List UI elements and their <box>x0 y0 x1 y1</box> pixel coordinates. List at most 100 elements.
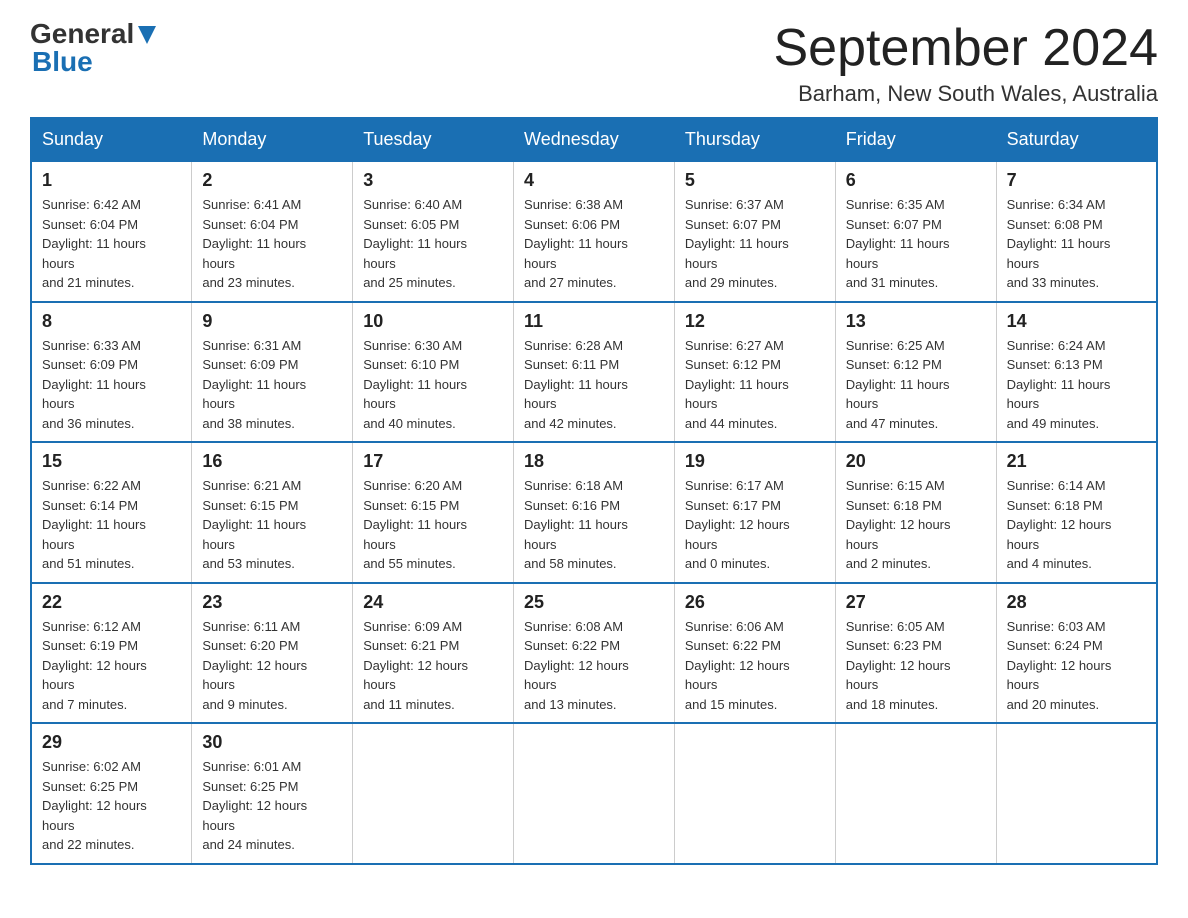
calendar-cell: 26Sunrise: 6:06 AMSunset: 6:22 PMDayligh… <box>674 583 835 724</box>
day-info: Sunrise: 6:08 AMSunset: 6:22 PMDaylight:… <box>524 617 664 715</box>
day-info: Sunrise: 6:03 AMSunset: 6:24 PMDaylight:… <box>1007 617 1146 715</box>
calendar-cell: 10 Sunrise: 6:30 AMSunset: 6:10 PMDayligh… <box>353 302 514 443</box>
day-number: 17 <box>363 451 503 472</box>
calendar-cell <box>514 723 675 864</box>
day-number: 29 <box>42 732 181 753</box>
calendar-cell: 5 Sunrise: 6:37 AMSunset: 6:07 PMDaylight… <box>674 161 835 302</box>
day-info: Sunrise: 6:12 AMSunset: 6:19 PMDaylight:… <box>42 617 181 715</box>
page-header: General Blue September 2024 Barham, New … <box>30 20 1158 107</box>
day-info: Sunrise: 6:14 AMSunset: 6:18 PMDaylight:… <box>1007 476 1146 574</box>
day-info: Sunrise: 6:35 AMSunset: 6:07 PMDaylight:… <box>846 195 986 293</box>
calendar-cell: 19 Sunrise: 6:17 AMSunset: 6:17 PMDayligh… <box>674 442 835 583</box>
day-info: Sunrise: 6:02 AMSunset: 6:25 PMDaylight:… <box>42 757 181 855</box>
day-info: Sunrise: 6:21 AMSunset: 6:15 PMDaylight:… <box>202 476 342 574</box>
day-info: Sunrise: 6:33 AMSunset: 6:09 PMDaylight:… <box>42 336 181 434</box>
day-number: 18 <box>524 451 664 472</box>
calendar-week-row: 1 Sunrise: 6:42 AMSunset: 6:04 PMDaylight… <box>31 161 1157 302</box>
day-number: 20 <box>846 451 986 472</box>
day-info: Sunrise: 6:38 AMSunset: 6:06 PMDaylight:… <box>524 195 664 293</box>
calendar-cell <box>996 723 1157 864</box>
calendar-week-row: 29 Sunrise: 6:02 AMSunset: 6:25 PMDayligh… <box>31 723 1157 864</box>
day-number: 12 <box>685 311 825 332</box>
day-number: 24 <box>363 592 503 613</box>
calendar-cell: 30Sunrise: 6:01 AMSunset: 6:25 PMDayligh… <box>192 723 353 864</box>
calendar-cell: 18 Sunrise: 6:18 AMSunset: 6:16 PMDayligh… <box>514 442 675 583</box>
day-number: 3 <box>363 170 503 191</box>
calendar-table: SundayMondayTuesdayWednesdayThursdayFrid… <box>30 117 1158 865</box>
calendar-cell: 20 Sunrise: 6:15 AMSunset: 6:18 PMDayligh… <box>835 442 996 583</box>
day-info: Sunrise: 6:17 AMSunset: 6:17 PMDaylight:… <box>685 476 825 574</box>
day-info: Sunrise: 6:15 AMSunset: 6:18 PMDaylight:… <box>846 476 986 574</box>
logo: General Blue <box>30 20 158 78</box>
day-info: Sunrise: 6:25 AMSunset: 6:12 PMDaylight:… <box>846 336 986 434</box>
calendar-cell: 16Sunrise: 6:21 AMSunset: 6:15 PMDayligh… <box>192 442 353 583</box>
day-info: Sunrise: 6:20 AMSunset: 6:15 PMDaylight:… <box>363 476 503 574</box>
day-number: 10 <box>363 311 503 332</box>
day-number: 15 <box>42 451 181 472</box>
calendar-cell: 24 Sunrise: 6:09 AMSunset: 6:21 PMDayligh… <box>353 583 514 724</box>
calendar-week-row: 15 Sunrise: 6:22 AMSunset: 6:14 PMDayligh… <box>31 442 1157 583</box>
logo-general-text: General <box>30 20 134 48</box>
logo-blue-text: Blue <box>32 46 93 77</box>
calendar-cell: 13Sunrise: 6:25 AMSunset: 6:12 PMDayligh… <box>835 302 996 443</box>
calendar-cell: 11 Sunrise: 6:28 AMSunset: 6:11 PMDayligh… <box>514 302 675 443</box>
day-info: Sunrise: 6:28 AMSunset: 6:11 PMDaylight:… <box>524 336 664 434</box>
calendar-cell: 23Sunrise: 6:11 AMSunset: 6:20 PMDayligh… <box>192 583 353 724</box>
day-number: 27 <box>846 592 986 613</box>
calendar-cell: 14Sunrise: 6:24 AMSunset: 6:13 PMDayligh… <box>996 302 1157 443</box>
day-info: Sunrise: 6:31 AMSunset: 6:09 PMDaylight:… <box>202 336 342 434</box>
day-number: 9 <box>202 311 342 332</box>
weekday-header-friday: Friday <box>835 118 996 161</box>
day-info: Sunrise: 6:40 AMSunset: 6:05 PMDaylight:… <box>363 195 503 293</box>
calendar-cell <box>353 723 514 864</box>
calendar-cell: 7 Sunrise: 6:34 AMSunset: 6:08 PMDaylight… <box>996 161 1157 302</box>
month-title: September 2024 <box>774 20 1159 77</box>
calendar-cell: 6 Sunrise: 6:35 AMSunset: 6:07 PMDaylight… <box>835 161 996 302</box>
day-info: Sunrise: 6:06 AMSunset: 6:22 PMDaylight:… <box>685 617 825 715</box>
calendar-cell: 4Sunrise: 6:38 AMSunset: 6:06 PMDaylight… <box>514 161 675 302</box>
day-number: 11 <box>524 311 664 332</box>
day-number: 22 <box>42 592 181 613</box>
day-info: Sunrise: 6:22 AMSunset: 6:14 PMDaylight:… <box>42 476 181 574</box>
weekday-header-monday: Monday <box>192 118 353 161</box>
weekday-header-tuesday: Tuesday <box>353 118 514 161</box>
day-number: 6 <box>846 170 986 191</box>
calendar-cell: 21 Sunrise: 6:14 AMSunset: 6:18 PMDayligh… <box>996 442 1157 583</box>
day-number: 1 <box>42 170 181 191</box>
day-number: 19 <box>685 451 825 472</box>
day-info: Sunrise: 6:11 AMSunset: 6:20 PMDaylight:… <box>202 617 342 715</box>
calendar-week-row: 22 Sunrise: 6:12 AMSunset: 6:19 PMDayligh… <box>31 583 1157 724</box>
location-text: Barham, New South Wales, Australia <box>774 81 1159 107</box>
day-number: 21 <box>1007 451 1146 472</box>
day-number: 8 <box>42 311 181 332</box>
day-info: Sunrise: 6:05 AMSunset: 6:23 PMDaylight:… <box>846 617 986 715</box>
calendar-cell: 27 Sunrise: 6:05 AMSunset: 6:23 PMDayligh… <box>835 583 996 724</box>
day-info: Sunrise: 6:27 AMSunset: 6:12 PMDaylight:… <box>685 336 825 434</box>
calendar-cell: 2Sunrise: 6:41 AMSunset: 6:04 PMDaylight… <box>192 161 353 302</box>
day-number: 28 <box>1007 592 1146 613</box>
title-section: September 2024 Barham, New South Wales, … <box>774 20 1159 107</box>
weekday-header-thursday: Thursday <box>674 118 835 161</box>
calendar-cell: 8 Sunrise: 6:33 AMSunset: 6:09 PMDaylight… <box>31 302 192 443</box>
day-info: Sunrise: 6:18 AMSunset: 6:16 PMDaylight:… <box>524 476 664 574</box>
day-info: Sunrise: 6:34 AMSunset: 6:08 PMDaylight:… <box>1007 195 1146 293</box>
day-info: Sunrise: 6:37 AMSunset: 6:07 PMDaylight:… <box>685 195 825 293</box>
calendar-cell: 29 Sunrise: 6:02 AMSunset: 6:25 PMDayligh… <box>31 723 192 864</box>
day-info: Sunrise: 6:24 AMSunset: 6:13 PMDaylight:… <box>1007 336 1146 434</box>
calendar-cell: 22 Sunrise: 6:12 AMSunset: 6:19 PMDayligh… <box>31 583 192 724</box>
logo-arrow-icon <box>136 24 158 46</box>
calendar-cell: 17 Sunrise: 6:20 AMSunset: 6:15 PMDayligh… <box>353 442 514 583</box>
day-info: Sunrise: 6:41 AMSunset: 6:04 PMDaylight:… <box>202 195 342 293</box>
day-number: 5 <box>685 170 825 191</box>
calendar-cell: 25 Sunrise: 6:08 AMSunset: 6:22 PMDayligh… <box>514 583 675 724</box>
day-info: Sunrise: 6:42 AMSunset: 6:04 PMDaylight:… <box>42 195 181 293</box>
weekday-header-sunday: Sunday <box>31 118 192 161</box>
day-info: Sunrise: 6:09 AMSunset: 6:21 PMDaylight:… <box>363 617 503 715</box>
day-info: Sunrise: 6:30 AMSunset: 6:10 PMDaylight:… <box>363 336 503 434</box>
weekday-header-saturday: Saturday <box>996 118 1157 161</box>
calendar-cell: 1 Sunrise: 6:42 AMSunset: 6:04 PMDaylight… <box>31 161 192 302</box>
day-number: 25 <box>524 592 664 613</box>
weekday-header-wednesday: Wednesday <box>514 118 675 161</box>
day-number: 7 <box>1007 170 1146 191</box>
calendar-week-row: 8 Sunrise: 6:33 AMSunset: 6:09 PMDaylight… <box>31 302 1157 443</box>
